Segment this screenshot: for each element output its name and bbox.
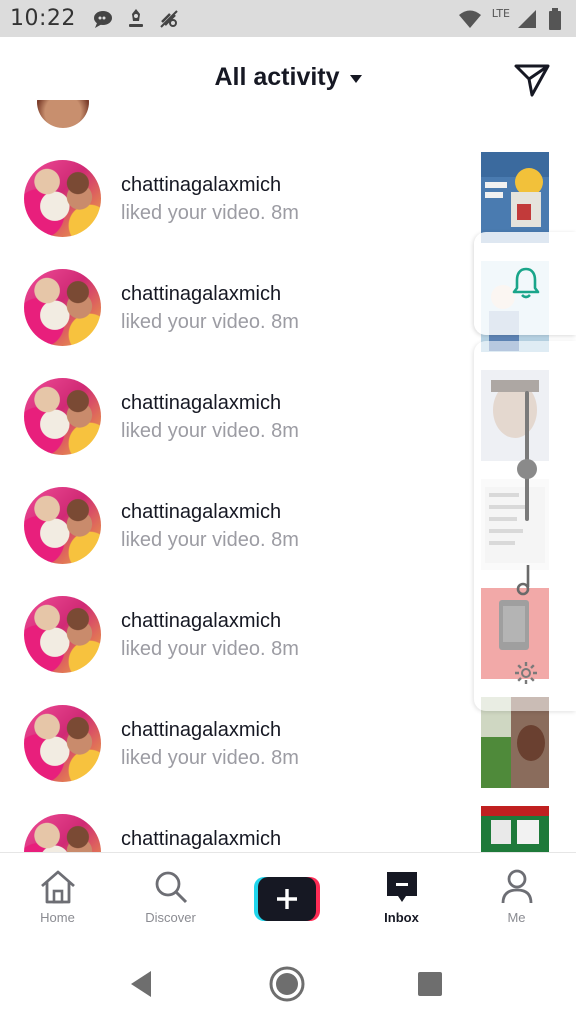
gear-icon[interactable] [514, 661, 538, 685]
chat-bubble-icon [93, 10, 112, 28]
send-icon[interactable] [512, 59, 552, 99]
activity-filter-dropdown[interactable]: All activity [0, 63, 576, 92]
status-indicators: LTE [458, 7, 562, 30]
username[interactable]: chattinagalaxmich [121, 610, 299, 633]
timestamp: 8m [271, 747, 299, 769]
settings-badge-icon [128, 8, 143, 27]
avatar[interactable] [24, 596, 101, 673]
wifi-icon [458, 10, 481, 28]
nav-home[interactable]: Home [0, 853, 115, 941]
action-text: liked your video. [121, 202, 266, 224]
music-note-icon[interactable] [514, 563, 538, 597]
video-thumbnail[interactable] [481, 152, 549, 243]
nav-discover[interactable]: Discover [113, 853, 228, 941]
back-icon[interactable] [127, 969, 157, 999]
caret-down-icon [349, 74, 362, 83]
list-item[interactable]: chattinagalaxmich [0, 806, 576, 852]
network-type: LTE [491, 7, 510, 20]
inbox-icon [386, 872, 417, 902]
notification-icons [92, 7, 180, 31]
battery-icon [549, 7, 561, 30]
username[interactable]: chattinagalaxmich [121, 501, 299, 524]
status-time: 10:22 [10, 6, 76, 31]
avatar[interactable] [24, 814, 101, 852]
video-thumbnail[interactable] [481, 806, 549, 852]
create-button[interactable] [254, 877, 320, 921]
action-text: liked your video. [121, 529, 266, 551]
nav-label: Home [40, 910, 75, 925]
username[interactable]: chattinagalaxmich [121, 392, 299, 415]
action-text: liked your video. [121, 311, 266, 333]
action-text: liked your video. [121, 638, 266, 660]
nav-inbox[interactable]: Inbox [344, 853, 459, 941]
nav-me[interactable]: Me [459, 853, 574, 941]
page-title: All activity [214, 63, 340, 91]
avatar[interactable] [24, 269, 101, 346]
timestamp: 8m [271, 420, 299, 442]
volume-slider-handle[interactable] [517, 459, 537, 479]
signal-icon [518, 9, 536, 28]
timestamp: 8m [271, 638, 299, 660]
plus-icon [277, 889, 297, 909]
avatar[interactable] [24, 487, 101, 564]
username[interactable]: chattinagalaxmich [121, 719, 299, 742]
home-circle-icon[interactable] [268, 965, 306, 1003]
volume-slider[interactable] [525, 391, 529, 521]
timestamp: 8m [271, 202, 299, 224]
list-item[interactable]: chattinagalaxmich liked your video. 8m [0, 697, 576, 814]
home-icon [40, 870, 75, 904]
username[interactable]: chattinagalaxmich [121, 283, 299, 306]
nav-label: Inbox [384, 910, 419, 925]
nav-label: Me [507, 910, 526, 925]
avatar[interactable] [37, 100, 89, 128]
search-icon [155, 871, 187, 904]
action-text: liked your video. [121, 420, 266, 442]
person-icon [501, 869, 532, 904]
timestamp: 8m [271, 529, 299, 551]
mute-icon [160, 9, 178, 28]
recents-icon[interactable] [417, 971, 443, 997]
action-text: liked your video. [121, 747, 266, 769]
notification-bell-panel[interactable] [474, 232, 576, 335]
status-bar: 10:22 LTE [0, 0, 576, 37]
avatar[interactable] [24, 705, 101, 782]
timestamp: 8m [271, 311, 299, 333]
username[interactable]: chattinagalaxmich [121, 828, 281, 851]
system-nav-bar [0, 940, 576, 1024]
bottom-nav: Home Discover Inbox Me [0, 852, 576, 940]
volume-panel[interactable] [474, 341, 576, 711]
avatar[interactable] [24, 160, 101, 237]
nav-label: Discover [145, 910, 196, 925]
avatar[interactable] [24, 378, 101, 455]
username[interactable]: chattinagalaxmich [121, 174, 299, 197]
bell-icon[interactable] [511, 266, 541, 300]
